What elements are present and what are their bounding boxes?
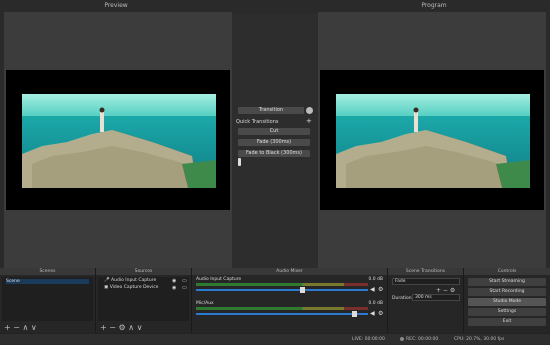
microphone-icon: 🎤 (104, 278, 110, 283)
studio-mode-button[interactable]: Studio Mode (468, 298, 546, 306)
scenes-list: Scene (2, 277, 93, 321)
audio-mixer-dock: Audio Mixer Audio Input Capture 0.0 dB ◀… (192, 268, 388, 333)
duration-label: Duration (392, 296, 412, 301)
program-pane (318, 12, 546, 268)
scene-item[interactable]: Scene (6, 279, 89, 284)
quick-transition-fade-to-black[interactable]: Fade to Black (300ms) (238, 150, 310, 157)
source-label: Video Capture Device (109, 285, 159, 290)
scenes-title: Scenes (0, 268, 95, 275)
scenes-dock: Scenes Scene + − ∧ ∨ (0, 268, 96, 333)
preview-label: Preview (104, 2, 128, 9)
program-label: Program (421, 2, 447, 9)
quick-transition-fade[interactable]: Fade (300ms) (238, 139, 310, 146)
duration-value: 300 ms (415, 295, 432, 300)
transition-select[interactable]: Fade (392, 278, 460, 285)
preview-canvas (6, 70, 230, 210)
mixer-channel-db: 0.0 dB (368, 301, 383, 306)
transition-gear-icon[interactable] (306, 107, 313, 114)
live-status: LIVE: 00:00:00 (352, 337, 385, 342)
mixer-channel-label: Mic/Aux (196, 301, 214, 306)
camera-icon: ▣ (104, 285, 109, 290)
eye-icon[interactable]: ◉ (172, 278, 176, 284)
exit-button[interactable]: Exit (468, 318, 546, 326)
program-video-frame (336, 94, 530, 188)
source-label: Audio Input Capture (111, 278, 157, 283)
mixer-channel-db: 0.0 dB (368, 277, 383, 282)
speaker-icon[interactable]: ◀ (370, 286, 375, 293)
start-recording-button[interactable]: Start Recording (468, 288, 546, 296)
start-streaming-button[interactable]: Start Streaming (468, 278, 546, 286)
record-dot-icon (400, 337, 404, 341)
gear-icon[interactable]: ⚙ (378, 286, 383, 293)
duration-input[interactable]: 300 ms (412, 294, 460, 301)
volume-slider-handle[interactable] (300, 287, 305, 293)
scene-transitions-dock: Scene Transitions Fade + − ⚙ Duration 30… (388, 268, 464, 333)
quick-transition-cut[interactable]: Cut (238, 128, 310, 135)
transition-panel: Transition Quick Transitions + Cut Fade … (232, 14, 318, 268)
volume-slider[interactable] (196, 289, 368, 291)
controls-title: Controls (464, 268, 550, 275)
preview-pane[interactable] (4, 12, 232, 268)
rec-status: REC: 00:00:00 (406, 337, 439, 342)
tbar-slider[interactable] (238, 158, 241, 166)
sources-title: Sources (96, 268, 191, 275)
scene-transitions-title: Scene Transitions (388, 268, 463, 275)
program-canvas (320, 70, 544, 210)
mixer-channel-label: Audio Input Capture (196, 277, 242, 282)
level-meter (196, 283, 368, 286)
preview-video-frame (22, 94, 216, 188)
audio-mixer-title: Audio Mixer (192, 268, 387, 275)
eye-icon[interactable]: ◉ (172, 285, 176, 291)
transition-select-value: Fade (395, 279, 406, 284)
sources-toolbar[interactable]: + − ⚙ ∧ ∨ (96, 322, 191, 333)
lock-icon[interactable]: ▭ (182, 285, 187, 291)
gear-icon[interactable]: ⚙ (378, 310, 383, 317)
sources-list: 🎤 Audio Input Capture ▣ Video Capture De… (98, 277, 189, 321)
volume-slider-handle[interactable] (352, 311, 357, 317)
add-remove-config[interactable]: + − ⚙ (436, 287, 455, 294)
lock-icon[interactable]: ▭ (182, 278, 187, 284)
add-quick-transition-button[interactable]: + (306, 117, 312, 125)
speaker-icon[interactable]: ◀ (370, 310, 375, 317)
scenes-toolbar[interactable]: + − ∧ ∨ (0, 322, 95, 333)
status-bar: LIVE: 00:00:00 REC: 00:00:00 CPU: 20.7%,… (0, 333, 550, 344)
volume-slider[interactable] (196, 313, 368, 315)
settings-button[interactable]: Settings (468, 308, 546, 316)
cpu-status: CPU: 20.7%, 30.00 fps (454, 337, 505, 342)
level-meter (196, 307, 368, 310)
sources-dock: Sources 🎤 Audio Input Capture ▣ Video Ca… (96, 268, 192, 333)
controls-dock: Controls Start Streaming Start Recording… (464, 268, 550, 333)
transition-button[interactable]: Transition (238, 107, 304, 114)
quick-transitions-label: Quick Transitions (236, 119, 279, 125)
